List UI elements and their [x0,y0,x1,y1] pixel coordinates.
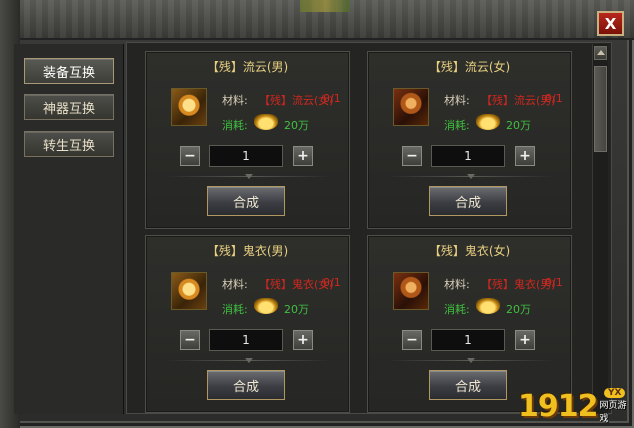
scroll-thumb[interactable] [594,66,607,152]
armor-female-icon[interactable] [393,272,429,310]
decrease-button[interactable]: − [180,330,200,350]
scroll-up-button[interactable] [594,46,607,60]
watermark-badge: YX [604,388,626,398]
cost-value: 20万 [284,119,309,132]
card-title: 【残】鬼衣(女) [428,244,511,258]
craft-button[interactable]: 合成 [207,186,285,216]
quantity-input[interactable]: 1 [209,329,283,351]
decrease-button[interactable]: − [180,146,200,166]
material-label: 材料: [444,94,470,107]
material-count: 0/1 [545,92,563,105]
cost-value: 20万 [506,119,531,132]
exchange-list: 【残】流云(男) 材料: 【残】流云(女) 0/1 消耗: 20万 − 1 + … [126,42,612,414]
craft-button[interactable]: 合成 [207,370,285,400]
sidebar-item-rebirth-exchange[interactable]: 转生互换 [24,131,114,157]
quantity-input[interactable]: 1 [431,145,505,167]
craft-button[interactable]: 合成 [429,186,507,216]
increase-button[interactable]: + [515,330,535,350]
material-count: 0/1 [323,276,341,289]
card-title: 【残】流云(女) [428,60,511,74]
watermark-subtitle: 网页游戏 [599,401,627,424]
divider [388,174,553,179]
armor-female-icon[interactable] [393,88,429,126]
sidebar: 装备互换 神器互换 转生互换 [14,44,124,414]
divider [166,358,331,363]
increase-button[interactable]: + [515,146,535,166]
exchange-card: 【残】流云(男) 材料: 【残】流云(女) 0/1 消耗: 20万 − 1 + … [145,51,350,229]
craft-button[interactable]: 合成 [429,370,507,400]
site-watermark-logo: 1912 YX 网页游戏 [518,388,630,424]
cost-label: 消耗: [444,119,470,132]
exchange-card: 【残】鬼衣(女) 材料: 【残】鬼衣(男) 0/1 消耗: 20万 − 1 + … [367,235,572,413]
gold-ingot-icon [254,114,278,130]
divider [388,358,553,363]
divider [166,174,331,179]
scrollbar[interactable] [592,44,608,414]
sidebar-item-equipment-exchange[interactable]: 装备互换 [24,58,114,84]
material-label: 材料: [222,94,248,107]
cost-label: 消耗: [222,303,248,316]
armor-male-icon[interactable] [171,88,207,126]
cost-label: 消耗: [222,119,248,132]
close-button[interactable]: X [597,11,624,36]
exchange-card: 【残】流云(女) 材料: 【残】流云(男) 0/1 消耗: 20万 − 1 + … [367,51,572,229]
material-count: 0/1 [323,92,341,105]
exchange-card: 【残】鬼衣(男) 材料: 【残】鬼衣(女) 0/1 消耗: 20万 − 1 + … [145,235,350,413]
card-title: 【残】流云(男) [206,60,289,74]
quantity-input[interactable]: 1 [431,329,505,351]
gold-ingot-icon [476,114,500,130]
cost-value: 20万 [284,303,309,316]
gold-ingot-icon [476,298,500,314]
cost-label: 消耗: [444,303,470,316]
quantity-input[interactable]: 1 [209,145,283,167]
material-label: 材料: [444,278,470,291]
material-label: 材料: [222,278,248,291]
gold-ingot-icon [254,298,278,314]
decrease-button[interactable]: − [402,146,422,166]
increase-button[interactable]: + [293,330,313,350]
cost-value: 20万 [506,303,531,316]
armor-male-icon[interactable] [171,272,207,310]
card-title: 【残】鬼衣(男) [206,244,289,258]
window-title-bar [0,0,634,40]
decrease-button[interactable]: − [402,330,422,350]
watermark-number: 1912 [518,388,598,424]
increase-button[interactable]: + [293,146,313,166]
material-count: 0/1 [545,276,563,289]
sidebar-item-artifact-exchange[interactable]: 神器互换 [24,94,114,120]
watermark-side: YX 网页游戏 [600,388,631,424]
